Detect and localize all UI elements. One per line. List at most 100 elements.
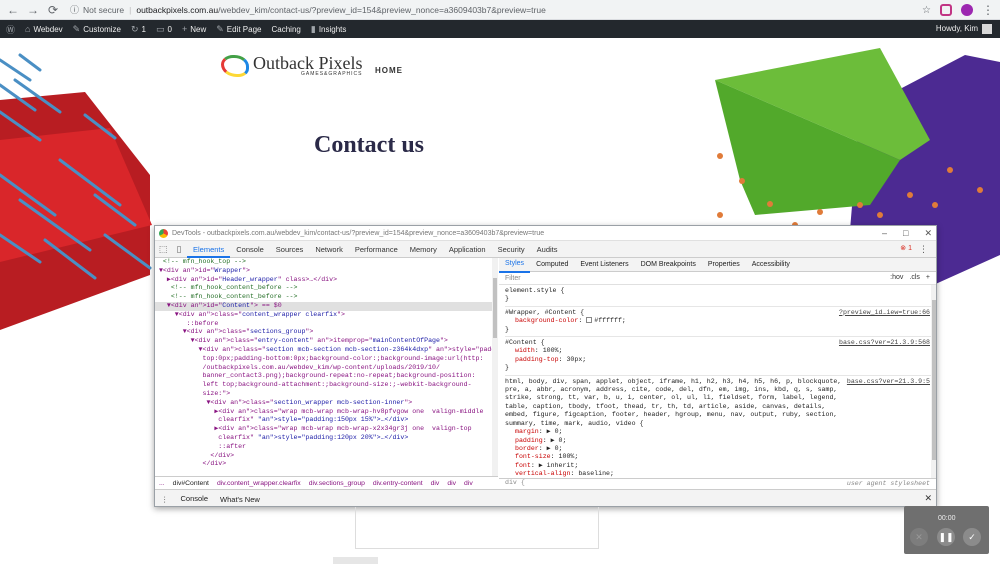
dom-node-line[interactable]: ▼<div an">class="content_wrapper clearfi… — [155, 311, 497, 320]
nav-home[interactable]: HOME — [375, 66, 403, 75]
rule-source-link[interactable]: ?preview_id…iew=true:66 — [839, 309, 930, 317]
tab-memory[interactable]: Memory — [404, 241, 443, 258]
back-icon[interactable]: ← — [6, 3, 20, 17]
dom-node-line[interactable]: ::after — [155, 443, 497, 452]
tab-network[interactable]: Network — [309, 241, 349, 258]
forward-icon[interactable]: → — [26, 3, 40, 17]
info-icon[interactable]: ⓘ — [70, 3, 79, 16]
star-icon[interactable]: ☆ — [922, 5, 931, 16]
styles-scroll-thumb[interactable] — [932, 300, 936, 460]
howdy-user[interactable]: Howdy, Kim — [936, 24, 978, 33]
dom-node-line[interactable]: ▶<div an">class="wrap mcb-wrap mcb-wrap-… — [155, 408, 497, 417]
tab-security[interactable]: Security — [492, 241, 531, 258]
rule-source-link[interactable]: base.css?ver=21.3.9:568 — [839, 339, 930, 347]
admin-updates[interactable]: ↻ 1 — [131, 24, 146, 35]
dom-node-line[interactable]: ▶<div an">class="wrap mcb-wrap mcb-wrap-… — [155, 425, 497, 434]
dom-node-line[interactable]: ▼<div an">class="section mcb-section mcb… — [155, 346, 497, 355]
color-swatch[interactable] — [586, 317, 593, 324]
rule-source-link[interactable]: base.css?ver=21.3.9:5 — [847, 378, 930, 386]
tab-dom-breakpoints[interactable]: DOM Breakpoints — [635, 258, 702, 272]
dom-node-line[interactable]: ▼<div an">id="Wrapper"> — [155, 267, 497, 276]
dom-node-line[interactable]: ▶<div an">id="Header_wrapper" class>…</d… — [155, 276, 497, 285]
dom-node-line[interactable]: size:"> — [155, 390, 497, 399]
inspect-icon[interactable]: ⬚ — [155, 244, 171, 255]
breadcrumb-item[interactable]: div.sections_group — [309, 480, 365, 487]
css-rule[interactable]: #Wrapper, #Content {?preview_id…iew=true… — [505, 307, 936, 338]
css-declaration[interactable]: background-color: #ffffff; — [505, 317, 936, 325]
css-declaration[interactable]: padding-top: 30px; — [505, 356, 936, 364]
address-bar[interactable]: ⓘ Not secure | outbackpixels.com.au /web… — [70, 2, 546, 18]
breadcrumb-item[interactable]: div — [447, 480, 456, 487]
instagram-extension-icon[interactable] — [940, 4, 952, 16]
wordpress-logo-icon[interactable]: Ⓦ — [6, 23, 15, 36]
profile-icon[interactable] — [961, 4, 973, 16]
drawer-tab-console[interactable]: Console — [175, 490, 215, 507]
close-window-icon[interactable]: ✕ — [924, 228, 932, 239]
admin-insights[interactable]: ▮ Insights — [311, 24, 347, 35]
tab-computed[interactable]: Computed — [530, 258, 574, 272]
tab-performance[interactable]: Performance — [349, 241, 404, 258]
elements-scrollbar[interactable] — [492, 258, 498, 476]
css-rule[interactable]: element.style {} — [505, 285, 936, 307]
drawer-menu-icon[interactable]: ⋮ — [155, 495, 175, 504]
styles-filter[interactable]: Filter :hov .cls + — [499, 272, 936, 285]
dom-node-line[interactable]: banner_contact3.png);background-repeat:n… — [155, 372, 497, 381]
tab-audits[interactable]: Audits — [531, 241, 564, 258]
tab-elements[interactable]: Elements — [187, 241, 231, 258]
breadcrumb-item[interactable]: div#Content — [173, 480, 209, 487]
dom-node-line[interactable]: ::before — [155, 320, 497, 329]
maximize-icon[interactable]: □ — [903, 228, 908, 239]
device-toolbar-icon[interactable]: ▯ — [171, 244, 187, 255]
cls-toggle[interactable]: .cls — [909, 274, 920, 281]
user-avatar[interactable] — [982, 24, 992, 34]
breadcrumb-item[interactable]: div — [431, 480, 440, 487]
tab-application[interactable]: Application — [443, 241, 492, 258]
reload-icon[interactable]: ⟳ — [46, 3, 60, 17]
new-rule-button[interactable]: + — [926, 274, 930, 281]
dom-node-line[interactable]: clearfix" "an">style="padding:150px 15%"… — [155, 416, 497, 425]
check-icon[interactable]: ✓ — [963, 528, 981, 546]
dom-node-line[interactable]: top:0px;padding-bottom:0px;background-co… — [155, 355, 497, 364]
dom-node-line[interactable]: </div> — [155, 460, 497, 469]
css-declaration[interactable]: padding: ▶ 0; — [505, 437, 936, 445]
menu-icon[interactable]: ⋮ — [982, 3, 994, 17]
tab-event-listeners[interactable]: Event Listeners — [574, 258, 634, 272]
minimize-icon[interactable]: – — [882, 228, 887, 239]
dom-node-line[interactable]: left top;background-attachment:;backgrou… — [155, 381, 497, 390]
elements-scroll-thumb[interactable] — [493, 278, 497, 338]
css-declaration[interactable]: font: ▶ inherit; — [505, 462, 936, 470]
dom-node-line[interactable]: ▼<div an">id="Content"> == $0 — [155, 301, 497, 311]
close-drawer-icon[interactable]: ✕ — [924, 493, 932, 504]
dom-node-line[interactable]: ▼<div an">class="entry-content" an">item… — [155, 337, 497, 346]
elements-tree[interactable]: <!-- mfn_hook_top --> ▼<div an">id="Wrap… — [155, 258, 498, 476]
hov-toggle[interactable]: :hov — [890, 274, 903, 281]
filter-input[interactable]: Filter — [505, 275, 521, 282]
admin-new[interactable]: + New — [182, 24, 206, 34]
admin-site-name[interactable]: ⌂ Webdev — [25, 24, 63, 34]
dom-node-line[interactable]: ▼<div an">class="sections_group"> — [155, 328, 497, 337]
dom-node-line[interactable]: <!-- mfn_hook_content_before --> — [155, 284, 497, 293]
devtools-menu-icon[interactable]: ⋮ — [919, 244, 928, 255]
breadcrumb-item[interactable]: ... — [159, 480, 165, 487]
error-badge[interactable]: ⊗ 1 — [900, 244, 912, 252]
pause-icon[interactable]: ❚❚ — [937, 528, 955, 546]
recorder-cancel-icon[interactable]: ✕ — [910, 528, 928, 546]
dom-node-line[interactable]: <!-- mfn_hook_content_before --> — [155, 293, 497, 302]
admin-edit-page[interactable]: ✎ Edit Page — [216, 24, 261, 35]
css-declaration[interactable]: border: ▶ 0; — [505, 445, 936, 453]
css-rule[interactable]: html, body, div, span, applet, object, i… — [505, 376, 936, 489]
breadcrumb-item[interactable]: div — [464, 480, 473, 487]
styles-scrollbar[interactable] — [931, 285, 936, 485]
tab-styles[interactable]: Styles — [499, 258, 531, 273]
dom-node-line[interactable]: clearfix" "an">style="padding:120px 20%"… — [155, 434, 497, 443]
tab-console[interactable]: Console — [230, 241, 270, 258]
dom-node-line[interactable]: <!-- mfn_hook_top --> — [155, 258, 497, 267]
form-button-stub[interactable] — [333, 557, 378, 564]
tab-accessibility[interactable]: Accessibility — [746, 258, 796, 272]
tab-properties[interactable]: Properties — [702, 258, 746, 272]
css-rule[interactable]: #Content {base.css?ver=21.3.9:568 width: … — [505, 337, 936, 376]
dom-node-line[interactable]: ▼<div an">class="section_wrapper mcb-sec… — [155, 399, 497, 408]
site-logo[interactable]: Outback Pixels GAMES&GRAPHICS — [221, 54, 363, 77]
admin-caching[interactable]: Caching — [272, 25, 301, 34]
drawer-tab-whats-new[interactable]: What's New — [214, 491, 266, 507]
